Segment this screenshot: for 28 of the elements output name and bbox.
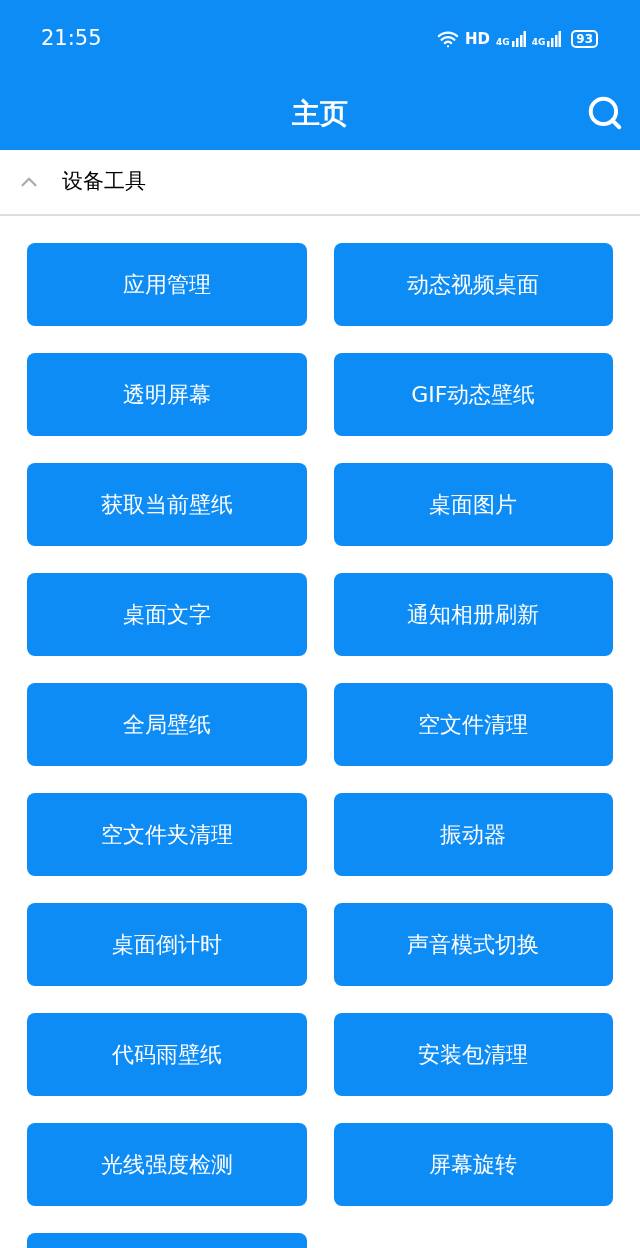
tool-button[interactable]: 动态视频桌面: [333, 243, 613, 326]
tool-button[interactable]: 屏幕旋转: [333, 1123, 613, 1206]
tool-button[interactable]: 应用管理: [27, 243, 307, 326]
tool-button[interactable]: 通知相册刷新: [333, 573, 613, 656]
battery-indicator: 93: [571, 30, 598, 48]
tool-button[interactable]: 桌面图片: [333, 463, 613, 546]
hd-label: HD: [464, 28, 490, 50]
tool-button[interactable]: 全局壁纸: [27, 683, 307, 766]
tool-button[interactable]: 光线强度检测: [27, 1123, 307, 1206]
signal-icon: [511, 31, 526, 47]
status-time: 21:55: [41, 25, 102, 53]
section-header[interactable]: 设备工具: [0, 150, 640, 216]
tool-button[interactable]: 振动器: [333, 793, 613, 876]
tool-button[interactable]: 代码雨壁纸: [27, 1013, 307, 1096]
tool-button[interactable]: 获取当前壁纸: [27, 463, 307, 546]
tool-button[interactable]: 透明屏幕: [27, 353, 307, 436]
tool-button[interactable]: 安装包清理: [333, 1013, 613, 1096]
network-type: 4G: [496, 38, 510, 47]
tool-button[interactable]: 桌面倒计时: [27, 903, 307, 986]
tool-button[interactable]: 空文件夹清理: [27, 793, 307, 876]
page-title: 主页: [292, 96, 348, 132]
tool-button[interactable]: GIF动态壁纸: [333, 353, 613, 436]
tool-button[interactable]: 桌面文字: [27, 573, 307, 656]
tool-button[interactable]: 声音模式切换: [333, 903, 613, 986]
wifi-icon: [436, 28, 459, 50]
signal-icon: [547, 31, 562, 47]
tool-button[interactable]: 空文件清理: [333, 683, 613, 766]
network-type: 4G: [531, 38, 546, 47]
